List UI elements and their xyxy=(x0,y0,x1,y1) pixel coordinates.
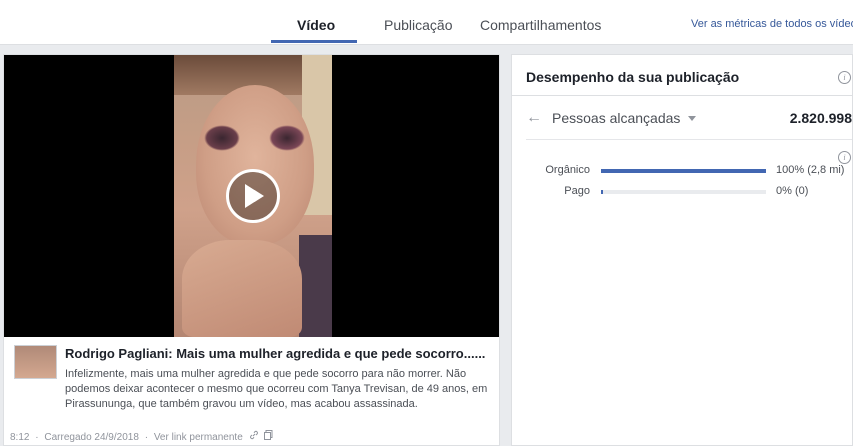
post-title[interactable]: Rodrigo Pagliani: Mais uma mulher agredi… xyxy=(65,346,485,361)
play-button[interactable] xyxy=(226,169,280,223)
post-thumbnail xyxy=(14,345,57,379)
bar-track xyxy=(601,190,766,194)
bar-value: 0% (0) xyxy=(776,185,809,197)
back-arrow-icon[interactable]: ← xyxy=(526,109,542,127)
meta-separator: · xyxy=(144,432,149,443)
info-icon[interactable]: i xyxy=(838,71,851,84)
reach-value: 2.820.998 xyxy=(789,110,852,126)
bar-row-organic: Orgânico 100% (2,8 mi) xyxy=(512,164,852,180)
tab-compartilhamentos[interactable]: Compartilhamentos xyxy=(480,17,601,33)
reach-metric-row: ← Pessoas alcançadas 2.820.998 xyxy=(526,109,852,131)
all-videos-metrics-link[interactable]: Ver as métricas de todos os vídeos xyxy=(691,18,853,30)
bar-track xyxy=(601,169,766,173)
meta-separator: · xyxy=(35,432,39,443)
bar-row-paid: Pago 0% (0) xyxy=(512,185,852,201)
breakdown-info-icon[interactable]: i xyxy=(838,151,851,164)
bar-label: Pago xyxy=(564,185,590,197)
upload-date: Carregado 24/9/2018 xyxy=(44,432,139,443)
bar-fill-paid xyxy=(601,190,603,194)
bar-value: 100% (2,8 mi) xyxy=(776,164,845,176)
panel-divider xyxy=(512,95,852,96)
tab-publicacao[interactable]: Publicação xyxy=(384,17,453,33)
permalink-link[interactable]: Ver link permanente xyxy=(154,432,243,443)
video-card: Rodrigo Pagliani: Mais uma mulher agredi… xyxy=(3,54,500,446)
performance-panel: Desempenho da sua publicação i ← Pessoas… xyxy=(511,54,853,446)
post-description: Infelizmente, mais uma mulher agredida e… xyxy=(65,368,488,410)
panel-title: Desempenho da sua publicação xyxy=(526,69,740,85)
bar-label: Orgânico xyxy=(545,164,590,176)
reach-divider xyxy=(526,139,852,140)
tab-video[interactable]: Vídeo xyxy=(297,17,335,33)
bar-fill-organic xyxy=(601,169,766,173)
video-duration: 8:12 xyxy=(10,432,30,443)
post-meta: 8:12 · Carregado 24/9/2018 · Ver link pe… xyxy=(10,430,276,443)
copy-icon[interactable] xyxy=(264,430,273,443)
top-tab-bar: Vídeo Publicação Compartilhamentos Ver a… xyxy=(0,0,853,45)
active-tab-indicator xyxy=(271,40,357,43)
metric-selector[interactable]: Pessoas alcançadas xyxy=(552,110,680,126)
video-player[interactable] xyxy=(4,55,499,337)
link-icon xyxy=(249,430,262,443)
caret-down-icon[interactable] xyxy=(688,116,696,121)
